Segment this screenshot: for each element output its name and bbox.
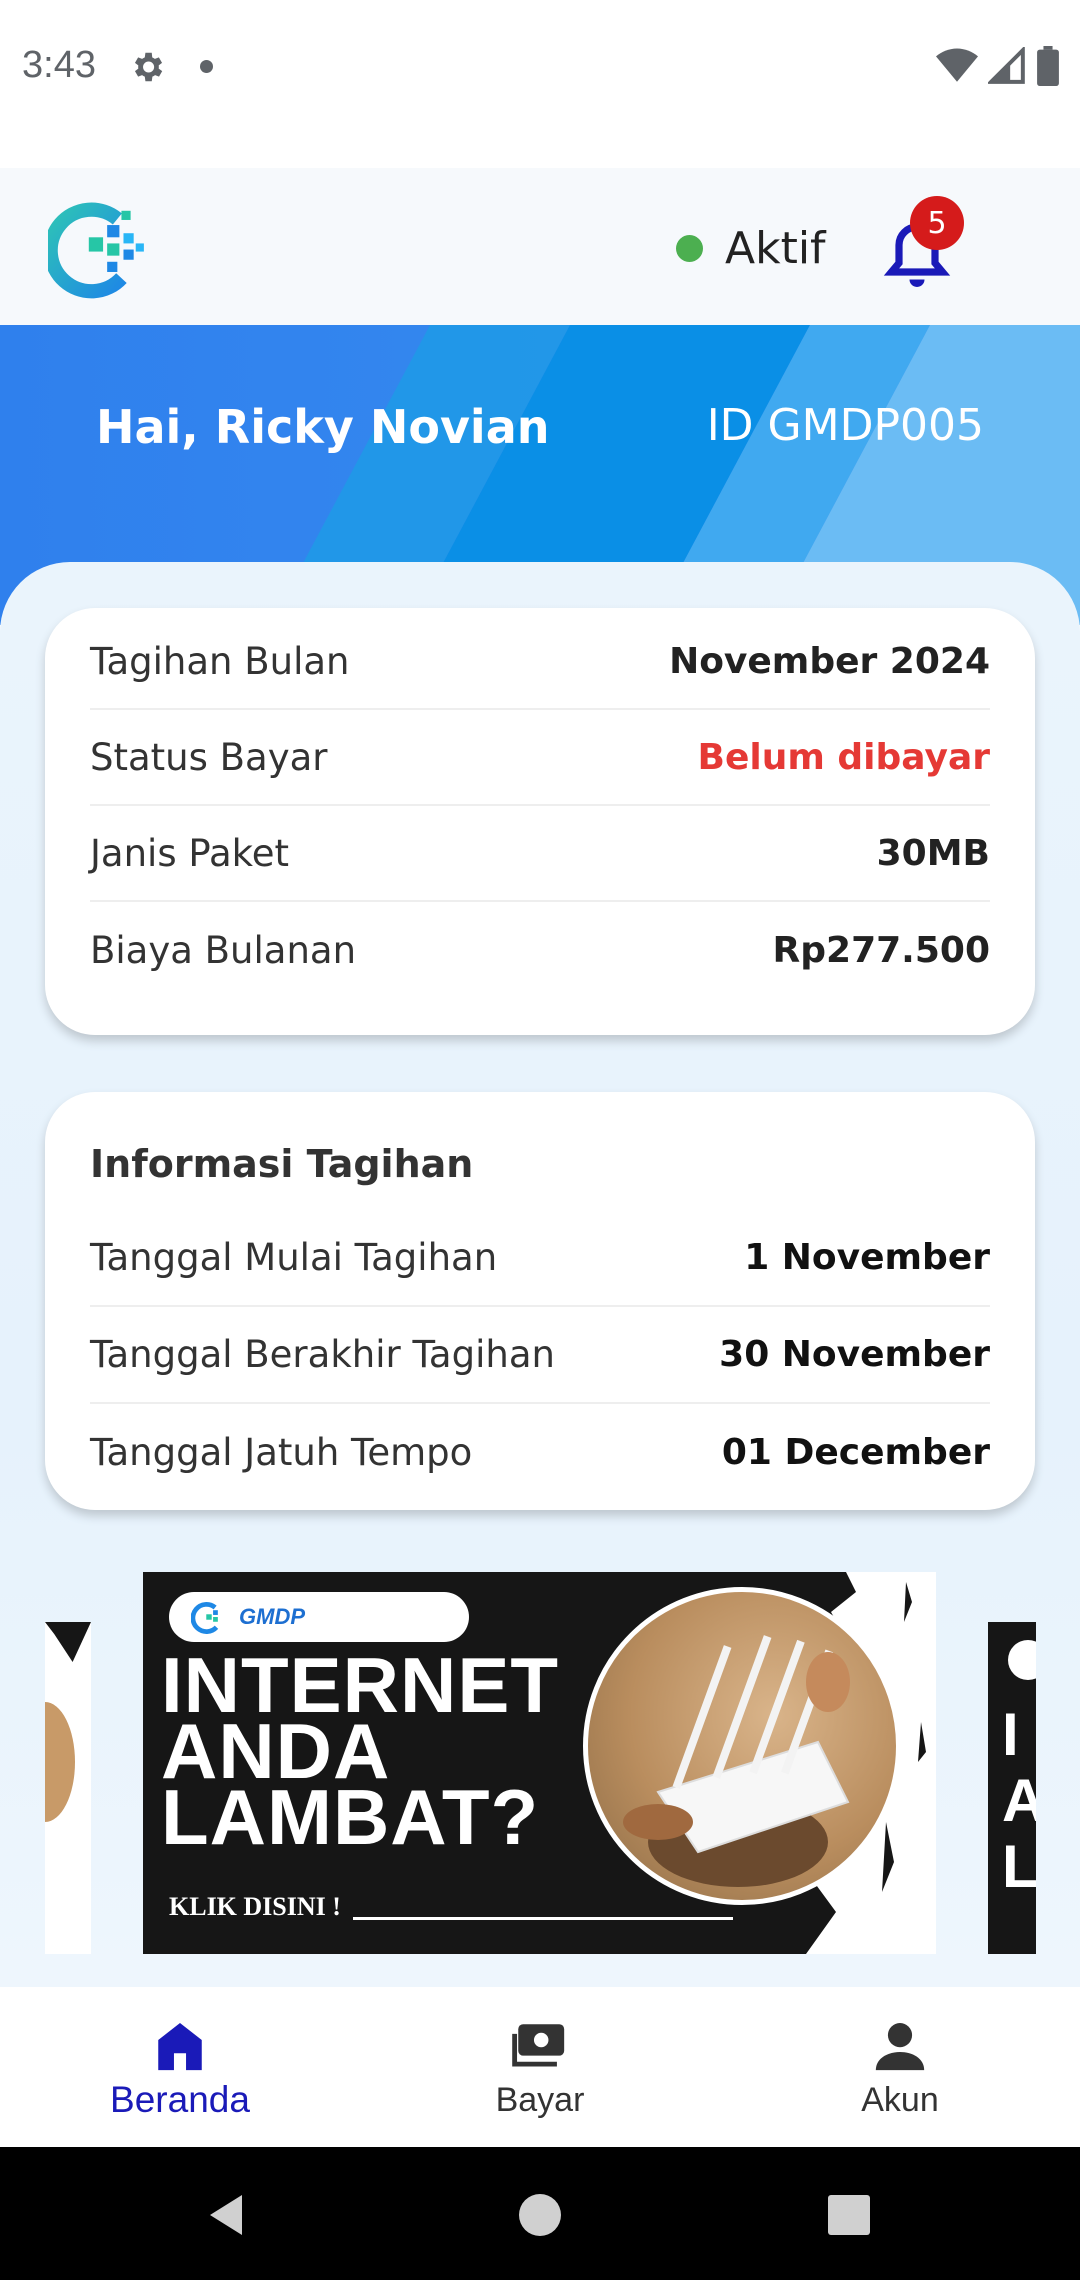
back-icon[interactable] xyxy=(205,2193,247,2237)
home-icon xyxy=(158,2023,202,2071)
signal-icon xyxy=(988,47,1025,84)
payment-icon xyxy=(512,2024,565,2067)
promo-underline xyxy=(353,1917,733,1920)
billing-value: 30MB xyxy=(876,832,990,874)
nav-label: Beranda xyxy=(110,2079,250,2120)
gmdp-brand-pill: GMDP xyxy=(169,1592,469,1642)
notification-badge[interactable]: 5 xyxy=(910,196,964,250)
billing-value: November 2024 xyxy=(669,640,990,682)
info-row: Tanggal Mulai Tagihan 1 November xyxy=(90,1210,990,1307)
info-label: Tanggal Berakhir Tagihan xyxy=(90,1333,555,1376)
connection-status: Aktif xyxy=(676,222,826,274)
router-image xyxy=(583,1587,901,1905)
info-value: 1 November xyxy=(744,1237,990,1278)
person-icon xyxy=(875,2023,925,2071)
billing-card: Tagihan Bulan November 2024 Status Bayar… xyxy=(45,608,1035,1035)
battery-icon xyxy=(1037,46,1059,86)
info-card-title: Informasi Tagihan xyxy=(90,1142,474,1186)
home-button-icon[interactable] xyxy=(519,2194,561,2236)
carousel-slide-prev[interactable] xyxy=(45,1622,91,1954)
billing-row: Status Bayar Belum dibayar xyxy=(90,710,990,806)
promo-cta[interactable]: KLIK DISINI ! xyxy=(169,1892,341,1922)
gmdp-logo xyxy=(48,202,144,299)
info-row: Tanggal Berakhir Tagihan 30 November xyxy=(90,1307,990,1404)
billing-label: Status Bayar xyxy=(90,735,328,779)
recents-icon[interactable] xyxy=(828,2195,870,2235)
bottom-navigation: Beranda Bayar Akun xyxy=(0,1987,1080,2147)
info-label: Tanggal Mulai Tagihan xyxy=(90,1236,498,1279)
info-value: 01 December xyxy=(721,1432,990,1473)
carousel-slide-next[interactable]: IAL xyxy=(988,1622,1036,1954)
promo-carousel[interactable]: GMDP INTERNET ANDA LAMBAT? KLIK DISINI !… xyxy=(0,1572,1080,1954)
greeting-text: Hai, Ricky Novian xyxy=(96,400,550,454)
promo-banner[interactable]: GMDP INTERNET ANDA LAMBAT? KLIK DISINI ! xyxy=(143,1572,936,1954)
billing-label: Janis Paket xyxy=(90,831,290,875)
status-time: 3:43 xyxy=(22,44,96,86)
billing-row: Janis Paket 30MB xyxy=(90,806,990,902)
status-right-icons xyxy=(936,44,1060,88)
settings-icon xyxy=(134,52,163,82)
billing-row: Biaya Bulanan Rp277.500 xyxy=(90,902,990,998)
nav-label: Akun xyxy=(861,2081,939,2119)
info-value: 30 November xyxy=(719,1334,990,1375)
nav-item-akun[interactable]: Akun xyxy=(720,1987,1080,2147)
info-label: Tanggal Jatuh Tempo xyxy=(90,1431,473,1474)
gmdp-logo-small xyxy=(191,1602,219,1634)
status-label: Aktif xyxy=(725,222,826,274)
info-row: Tanggal Jatuh Tempo 01 December xyxy=(90,1404,990,1501)
billing-row: Tagihan Bulan November 2024 xyxy=(90,614,990,710)
system-navigation-bar xyxy=(0,2147,1080,2280)
nav-item-beranda[interactable]: Beranda xyxy=(0,1987,360,2147)
billing-value: Rp277.500 xyxy=(772,929,990,971)
wifi-icon xyxy=(936,48,978,82)
nav-item-bayar[interactable]: Bayar xyxy=(360,1987,720,2147)
nav-label: Bayar xyxy=(495,2081,585,2119)
billing-label: Biaya Bulanan xyxy=(90,928,357,972)
payment-status-value: Belum dibayar xyxy=(697,736,990,778)
notification-dot-icon xyxy=(200,60,213,73)
promo-headline: INTERNET ANDA LAMBAT? xyxy=(161,1641,559,1861)
billing-label: Tagihan Bulan xyxy=(90,639,350,683)
billing-info-card: Informasi Tagihan Tanggal Mulai Tagihan … xyxy=(45,1092,1035,1510)
gmdp-brand-text: GMDP xyxy=(239,1604,305,1629)
status-dot-icon xyxy=(676,234,703,262)
customer-id: ID GMDP005 xyxy=(706,400,984,451)
status-bar: 3:43 xyxy=(0,0,1080,135)
